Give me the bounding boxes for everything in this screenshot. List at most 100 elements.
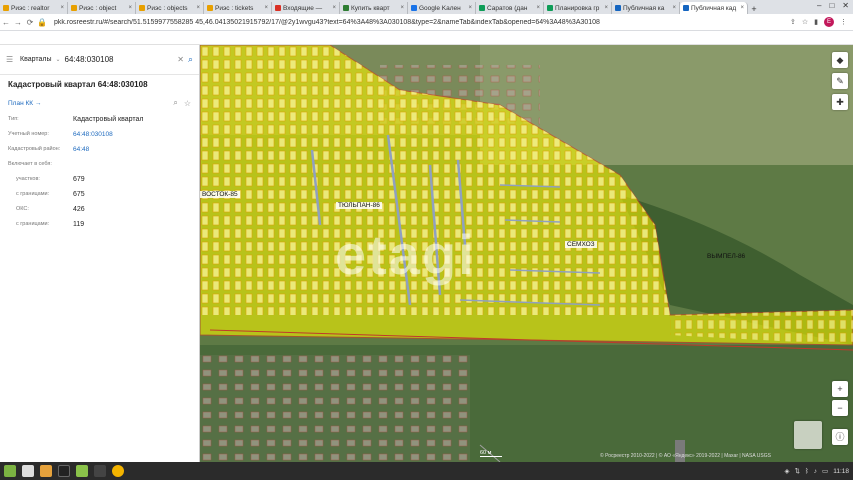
start-menu-icon[interactable] (4, 465, 16, 477)
search-type-select[interactable]: Кварталы (20, 56, 52, 63)
minimap-thumbnail[interactable] (794, 421, 822, 449)
reload-icon[interactable]: ⟳ (24, 18, 36, 27)
tab-favicon-icon (547, 5, 553, 11)
map-view[interactable]: ВОСТОК-85 ТЮЛЬПАН-86 СЕМХОЗ ВЫМПЕЛ-86 ◆ … (200, 45, 853, 462)
menu-dots-icon[interactable]: ⋮ (840, 18, 847, 26)
close-tab-icon[interactable]: × (672, 5, 676, 11)
map-label-vympel: ВЫМПЕЛ-86 (707, 253, 746, 260)
terminal-icon[interactable] (58, 465, 70, 477)
attribute-row: ОКС: 426 (0, 202, 199, 217)
attribute-row: с границами: 119 (0, 217, 199, 232)
panel-title: Кадастровый квартал 64:48:030108 (8, 80, 148, 89)
close-tab-icon[interactable]: × (604, 5, 608, 11)
files-icon[interactable] (40, 465, 52, 477)
attribute-key: Учетный номер: (8, 131, 49, 137)
bookmarks-bar (0, 31, 853, 45)
close-tab-icon[interactable]: × (264, 5, 268, 11)
attribute-key: Тип: (8, 116, 19, 122)
browser-tab[interactable]: Планировка гр × (544, 2, 612, 14)
map-attribution: © Росреестр 2010-2022 | © АО «Яндекс» 20… (600, 453, 771, 459)
map-label-vostok: ВОСТОК-85 (200, 191, 240, 198)
plan-link[interactable]: План КК → (8, 100, 41, 107)
new-tab-button[interactable]: + (748, 4, 760, 14)
zoom-out-button[interactable]: − (832, 400, 848, 416)
close-tab-icon[interactable]: × (740, 5, 744, 11)
browser-tab[interactable]: Риэс : realtor × (0, 2, 68, 14)
chrome-icon[interactable] (112, 465, 124, 477)
menu-icon[interactable]: ☰ (6, 55, 16, 64)
attribute-row: Тип: Кадастровый квартал (0, 112, 199, 127)
tab-favicon-icon (207, 5, 213, 11)
search-bar: ☰ Кварталы ⌄ 64:48:030108 ✕ ⌕ (0, 45, 199, 75)
tab-label: Риэс : realtor (11, 4, 50, 12)
etagi-watermark: etagi (335, 223, 476, 286)
tab-favicon-icon (479, 5, 485, 11)
attribute-value (73, 161, 191, 168)
close-tab-icon[interactable]: × (400, 5, 404, 11)
tab-favicon-icon (71, 5, 77, 11)
search-input[interactable]: 64:48:030108 (65, 55, 174, 64)
os-taskbar: ◈ ⇅ ᛒ ♪ ▭ 11:18 (0, 462, 853, 480)
layers-icon[interactable]: ◆ (832, 52, 848, 68)
tab-label: Риэс : objects (147, 4, 188, 12)
favorite-star-icon[interactable]: ☆ (184, 99, 191, 108)
volume-icon[interactable]: ♪ (814, 468, 817, 475)
browser-tab[interactable]: Риэс : objects × (136, 2, 204, 14)
folder-icon[interactable] (76, 465, 88, 477)
desktop-icon[interactable] (22, 465, 34, 477)
tab-label: Риэс : tickets (215, 4, 254, 12)
attribute-row: участков: 679 (0, 172, 199, 187)
clear-icon[interactable]: ✕ (177, 55, 184, 64)
bluetooth-icon[interactable]: ᛒ (805, 468, 809, 475)
info-panel: ☰ Кварталы ⌄ 64:48:030108 ✕ ⌕ Кадастровы… (0, 45, 207, 462)
search-icon[interactable]: ⌕ (188, 54, 193, 65)
attribute-list: Тип: Кадастровый квартал Учетный номер: 64:… (0, 112, 199, 232)
close-tab-icon[interactable]: × (468, 5, 472, 11)
chevron-down-icon[interactable]: ⌄ (56, 56, 61, 63)
satellite-map[interactable] (200, 45, 853, 462)
url-field[interactable]: pkk.rosreestr.ru/#/search/51.51599775582… (54, 19, 790, 26)
browser-tab[interactable]: Риэс : object × (68, 2, 136, 14)
browser-tab[interactable]: Входящие — × (272, 2, 340, 14)
lock-icon[interactable]: 🔒 (36, 18, 48, 27)
browser-tab[interactable]: Google Kален × (408, 2, 476, 14)
zoom-to-icon[interactable]: ⌕ (173, 98, 177, 108)
share-icon[interactable]: ⇪ (790, 18, 796, 26)
browser-tab[interactable]: Купить кварт × (340, 2, 408, 14)
zoom-in-button[interactable]: + (832, 381, 848, 397)
dropbox-icon[interactable]: ◈ (784, 467, 789, 475)
maximize-icon[interactable]: □ (829, 1, 834, 10)
tab-label: Входящие — (283, 4, 323, 12)
tab-favicon-icon (683, 5, 689, 11)
browser-tab[interactable]: Публичная кад × (680, 2, 748, 14)
close-tab-icon[interactable]: × (128, 5, 132, 11)
forward-icon[interactable]: → (12, 18, 24, 27)
tab-favicon-icon (343, 5, 349, 11)
browser-tab[interactable]: Саратов (дан × (476, 2, 544, 14)
network-icon[interactable]: ⇅ (794, 467, 799, 475)
profile-avatar[interactable]: E (824, 17, 834, 27)
attribute-row: с границами: 675 (0, 187, 199, 202)
browser-tab[interactable]: Риэс : tickets × (204, 2, 272, 14)
tools-icon[interactable]: ✚ (832, 94, 848, 110)
attribute-value[interactable]: 64:48 (73, 146, 191, 153)
info-icon[interactable]: ⓘ (832, 429, 848, 445)
close-tab-icon[interactable]: × (332, 5, 336, 11)
clock[interactable]: 11:18 (833, 468, 849, 475)
minimize-icon[interactable]: – (817, 1, 821, 10)
tab-favicon-icon (275, 5, 281, 11)
close-tab-icon[interactable]: × (536, 5, 540, 11)
battery-icon[interactable]: ▭ (822, 467, 828, 475)
attribute-value[interactable]: 64:48:030108 (73, 131, 191, 138)
domklik-watermark: Домклик (38, 424, 125, 446)
back-icon[interactable]: ← (0, 18, 12, 27)
browser-tab[interactable]: Публичная ка × (612, 2, 680, 14)
bookmark-star-icon[interactable]: ☆ (802, 18, 808, 26)
close-window-icon[interactable]: ✕ (842, 1, 849, 10)
text-editor-icon[interactable] (94, 465, 106, 477)
close-tab-icon[interactable]: × (60, 5, 64, 11)
draw-pencil-icon[interactable]: ✎ (832, 73, 848, 89)
extensions-icon[interactable]: ▮ (814, 18, 818, 26)
attribute-value: 675 (73, 191, 85, 198)
close-tab-icon[interactable]: × (196, 5, 200, 11)
